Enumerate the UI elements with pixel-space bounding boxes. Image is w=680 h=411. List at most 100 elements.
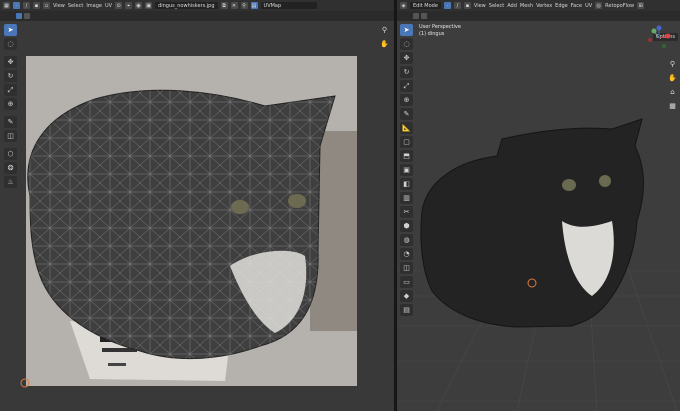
scale-icon[interactable]: ⤢ [4, 84, 17, 96]
cat-eye-right [288, 194, 306, 208]
neg-x-axis-icon[interactable] [648, 38, 652, 42]
rip-icon[interactable]: ◫ [4, 130, 17, 142]
snap-icon[interactable]: ⌖ [125, 2, 133, 9]
rip-region-icon[interactable]: ▤ [400, 304, 413, 316]
zoom-icon[interactable]: ⚲ [667, 58, 678, 69]
x-axis-icon[interactable] [665, 33, 671, 39]
island-select-icon[interactable]: ▫ [43, 2, 50, 9]
vertex-mode-icon[interactable]: · [443, 2, 451, 9]
pinch-icon[interactable]: ♨ [4, 176, 17, 188]
retopoflow-icon[interactable]: ◎ [595, 2, 603, 9]
pan-hand-icon[interactable]: ✋ [379, 38, 390, 49]
image-new-icon[interactable]: ⧉ [220, 2, 228, 9]
uvmap-icon[interactable]: ▤ [250, 2, 258, 9]
camera-view-icon[interactable]: ⌂ [667, 86, 678, 97]
proportional-icon[interactable]: ◉ [135, 2, 143, 9]
perspective-toggle-icon[interactable]: ▦ [667, 100, 678, 111]
pivot-point-icon[interactable] [421, 13, 427, 19]
select-icon[interactable]: ◌ [400, 38, 413, 50]
vp-menu-vertex[interactable]: Vertex [536, 3, 552, 9]
select-icon[interactable]: ◌ [4, 38, 17, 50]
add-cube-icon[interactable]: ▢ [400, 136, 413, 148]
cursor-icon[interactable]: ➤ [400, 24, 413, 36]
rotate-icon[interactable]: ↻ [400, 66, 413, 78]
rotate-icon[interactable]: ↻ [4, 70, 17, 82]
transform-icon[interactable]: ⊕ [4, 98, 17, 110]
cat-mesh-eye-left [562, 179, 576, 191]
shrink-icon[interactable]: ▭ [400, 276, 413, 288]
navigation-gizmo[interactable] [646, 25, 672, 51]
uv-menu-uv[interactable]: UV [105, 3, 112, 9]
annotate-icon[interactable]: ✎ [4, 116, 17, 128]
viewport-subheader [397, 11, 680, 21]
edge-slide-icon[interactable]: ◫ [400, 262, 413, 274]
scale-icon[interactable]: ⤢ [400, 80, 413, 92]
bevel-icon[interactable]: ◧ [400, 178, 413, 190]
face-mode-icon[interactable]: ▪ [463, 2, 471, 9]
poly-build-icon[interactable]: ⬢ [400, 220, 413, 232]
y-axis-icon[interactable] [651, 28, 657, 34]
vp-menu-face[interactable]: Face [571, 3, 582, 9]
vp-menu-view[interactable]: View [474, 3, 486, 9]
viewport-canvas[interactable]: User Perspective (1) dingus Options ⚲ ✋ … [397, 21, 680, 411]
transform-orientation-icon[interactable] [413, 13, 419, 19]
uv-menu-select[interactable]: Select [68, 3, 83, 9]
spin-icon[interactable]: ◍ [400, 234, 413, 246]
viewport-header: ◈ Edit Mode · / ▪ View Select Add Mesh V… [397, 0, 680, 11]
z-axis-icon[interactable] [656, 25, 662, 31]
vp-menu-edge[interactable]: Edge [555, 3, 568, 9]
transform-icon[interactable]: ⊕ [400, 94, 413, 106]
move-icon[interactable]: ✥ [400, 52, 413, 64]
uv-image-canvas [20, 56, 357, 388]
move-icon[interactable]: ✥ [4, 56, 17, 68]
uv-menu-image[interactable]: Image [86, 3, 102, 9]
uv-editor-subheader [0, 11, 394, 21]
cat-eye-left [231, 200, 249, 214]
uv-editor-header: ▦ · / ▪ ▫ View Select Image UV ⊙ ⌖ ◉ ▣ d… [0, 0, 394, 11]
smooth-icon[interactable]: ◔ [400, 248, 413, 260]
shear-icon[interactable]: ◆ [400, 290, 413, 302]
mode-dropdown[interactable]: Edit Mode [410, 2, 441, 9]
image-name-field[interactable]: dingus_nowhiskers.jpg [155, 2, 218, 9]
loop-cut-icon[interactable]: ▥ [400, 192, 413, 204]
perspective-label: User Perspective [419, 24, 461, 30]
measure-icon[interactable]: 📐 [400, 122, 413, 134]
image-browse-icon[interactable]: ▣ [145, 2, 153, 9]
object-label: (1) dingus [419, 31, 445, 37]
zoom-icon[interactable]: ⚲ [379, 24, 390, 35]
neg-y-axis-icon[interactable] [662, 44, 666, 48]
retopoflow-menu[interactable]: RetopoFlow [605, 3, 634, 9]
vp-menu-select[interactable]: Select [489, 3, 504, 9]
global-transform-icon[interactable]: ⊞ [637, 2, 645, 9]
inset-icon[interactable]: ▣ [400, 164, 413, 176]
cat-mesh-eye-right [599, 175, 611, 187]
annotate-icon[interactable]: ✎ [400, 108, 413, 120]
vp-menu-uv[interactable]: UV [585, 3, 592, 9]
uv-toolbar: ➤ ◌ ✥ ↻ ⤢ ⊕ ✎ ◫ ⬡ ❂ ♨ [4, 24, 18, 188]
viewport-editor-type-icon[interactable]: ◈ [400, 2, 407, 9]
uv-navigation: ⚲ ✋ [379, 24, 390, 49]
face-select-icon[interactable]: ▪ [33, 2, 40, 9]
pan-hand-icon[interactable]: ✋ [667, 72, 678, 83]
uvmap-field[interactable]: UVMap [260, 2, 317, 9]
sync-select-icon[interactable] [16, 13, 22, 19]
knife-icon[interactable]: ✂ [400, 206, 413, 218]
viewport-toolbar: ➤ ◌ ✥ ↻ ⤢ ⊕ ✎ 📐 ▢ ⬒ ▣ ◧ ▥ ✂ ⬢ ◍ ◔ ◫ ▭ ◆ … [400, 24, 414, 316]
sticky-select-icon[interactable] [24, 13, 30, 19]
edge-select-icon[interactable]: / [23, 2, 30, 9]
vp-menu-add[interactable]: Add [507, 3, 517, 9]
grab-icon[interactable]: ⬡ [4, 148, 17, 160]
pivot-icon[interactable]: ⊙ [115, 2, 123, 9]
relax-icon[interactable]: ❂ [4, 162, 17, 174]
cursor-icon[interactable]: ➤ [4, 24, 17, 36]
uv-menu-view[interactable]: View [53, 3, 65, 9]
vertex-select-icon[interactable]: · [13, 2, 20, 9]
edge-mode-icon[interactable]: / [453, 2, 461, 9]
extrude-icon[interactable]: ⬒ [400, 150, 413, 162]
vp-menu-mesh[interactable]: Mesh [520, 3, 533, 9]
editor-type-icon[interactable]: ▦ [3, 2, 10, 9]
viewport-navigation: ⚲ ✋ ⌂ ▦ [667, 58, 678, 111]
pin-icon[interactable]: ⚲ [240, 2, 248, 9]
image-close-icon[interactable]: ✕ [230, 2, 238, 9]
uv-editor-canvas[interactable]: ➤ ◌ ✥ ↻ ⤢ ⊕ ✎ ◫ ⬡ ❂ ♨ ⚲ ✋ [0, 21, 394, 411]
